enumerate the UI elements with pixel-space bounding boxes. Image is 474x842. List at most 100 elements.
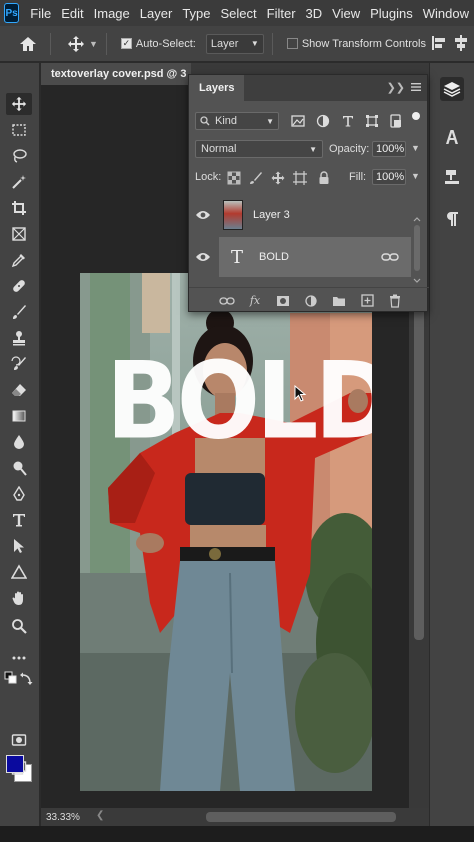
filter-kind-dropdown[interactable]: Kind ▼ [195, 112, 279, 130]
more-tools-button[interactable] [8, 647, 30, 669]
layer-row-layer-3[interactable]: Layer 3 [219, 195, 411, 235]
type-layer-filter-icon[interactable] [341, 114, 355, 128]
auto-select-target-dropdown[interactable]: Layer ▼ [205, 33, 264, 54]
lock-all-icon[interactable] [317, 171, 331, 185]
vertical-scroll-thumb[interactable] [414, 290, 424, 640]
blur-tool[interactable] [8, 431, 30, 453]
eraser-icon [12, 384, 26, 396]
frame-tool[interactable] [8, 223, 30, 245]
canvas-image[interactable]: BOLD [80, 273, 372, 791]
menu-file[interactable]: File [25, 6, 56, 21]
chevron-down-icon: ▼ [266, 116, 274, 126]
menu-image[interactable]: Image [89, 6, 135, 21]
eraser-tool[interactable] [8, 379, 30, 401]
text-layer-icon: T [230, 246, 243, 268]
new-adjustment-layer-button[interactable] [303, 293, 319, 309]
layer-row-bold[interactable]: T BOLD [219, 237, 411, 277]
visibility-eye-icon[interactable] [195, 209, 211, 221]
brush-tool[interactable] [8, 301, 30, 323]
photoshop-logo[interactable]: Ps [4, 3, 20, 23]
fill-input[interactable]: 100% [372, 169, 406, 185]
status-bar: 33.33% ❮ [41, 808, 429, 826]
clone-stamp-tool[interactable] [8, 327, 30, 349]
new-group-button[interactable] [331, 293, 347, 309]
scroll-left-arrow-icon[interactable]: ❮ [96, 810, 104, 821]
eyedropper-tool[interactable] [8, 249, 30, 271]
zoom-level[interactable]: 33.33% [46, 812, 80, 823]
home-button[interactable] [14, 30, 42, 58]
menu-plugins[interactable]: Plugins [365, 6, 418, 21]
pixel-layer-filter-icon[interactable] [291, 114, 305, 128]
menu-filter[interactable]: Filter [262, 6, 301, 21]
eyedropper-icon [11, 254, 25, 268]
blend-mode-dropdown[interactable]: Normal ▼ [195, 140, 323, 158]
zoom-tool[interactable] [8, 615, 30, 637]
delete-layer-button[interactable] [387, 293, 403, 309]
lock-position-icon[interactable] [271, 171, 285, 185]
marquee-tool[interactable] [8, 119, 30, 141]
marquee-icon [12, 124, 26, 136]
layers-panel-button[interactable] [440, 77, 464, 101]
menu-layer[interactable]: Layer [135, 6, 178, 21]
horizontal-scroll-thumb[interactable] [206, 812, 396, 822]
foreground-color-swatch[interactable] [6, 755, 24, 773]
move-tool[interactable] [6, 93, 32, 115]
bold-text-overlay[interactable]: BOLD [106, 349, 372, 455]
chevron-down-icon[interactable]: ▼ [89, 39, 98, 49]
glyphs-panel-button[interactable] [440, 165, 464, 189]
layers-tab[interactable]: Layers [189, 75, 245, 101]
hand-tool[interactable] [8, 587, 30, 609]
layer-style-button[interactable]: fx [247, 293, 263, 309]
fill-dropdown-chevron-icon[interactable]: ▼ [411, 171, 420, 181]
link-icon[interactable] [381, 251, 399, 263]
history-brush-tool[interactable] [8, 353, 30, 375]
crop-tool[interactable] [8, 197, 30, 219]
menu-type[interactable]: Type [177, 6, 215, 21]
menu-select[interactable]: Select [216, 6, 262, 21]
character-panel-button[interactable] [440, 125, 464, 149]
collapse-panel-icon[interactable]: ❯❯ [387, 81, 405, 94]
show-transform-checkbox[interactable] [286, 38, 298, 49]
align-center-button[interactable] [452, 34, 470, 52]
add-mask-button[interactable] [275, 293, 291, 309]
smart-object-filter-icon[interactable] [389, 114, 403, 128]
visibility-eye-icon[interactable] [195, 251, 211, 263]
opacity-dropdown-chevron-icon[interactable]: ▼ [411, 143, 420, 153]
gradient-tool[interactable] [8, 405, 30, 427]
move-tool-preset-button[interactable] [65, 33, 87, 55]
type-tool[interactable] [8, 509, 30, 531]
move-icon [11, 96, 27, 112]
path-selection-tool[interactable] [8, 535, 30, 557]
document-tab[interactable]: textoverlay cover.psd @ 3 [41, 63, 191, 85]
new-layer-button[interactable] [359, 293, 375, 309]
adjustment-layer-filter-icon[interactable] [316, 114, 330, 128]
menu-edit[interactable]: Edit [56, 6, 88, 21]
menu-view[interactable]: View [327, 6, 365, 21]
lock-transparent-pixels-icon[interactable] [227, 171, 241, 185]
link-layers-button[interactable] [219, 293, 235, 309]
character-icon [446, 130, 458, 144]
lock-artboard-icon[interactable] [293, 171, 307, 185]
layers-scrollbar[interactable] [411, 217, 423, 285]
paragraph-panel-button[interactable] [440, 207, 464, 231]
quick-mask-button[interactable] [8, 729, 30, 751]
filter-toggle-icon[interactable] [411, 111, 421, 121]
healing-brush-tool[interactable] [8, 275, 30, 297]
panel-menu-icon[interactable] [411, 82, 421, 92]
lasso-tool[interactable] [8, 145, 30, 167]
dodge-tool[interactable] [8, 457, 30, 479]
shape-layer-filter-icon[interactable] [365, 114, 379, 128]
lock-image-pixels-icon[interactable] [249, 171, 263, 185]
shape-tool[interactable] [8, 561, 30, 583]
align-center-icon [455, 35, 467, 51]
align-left-button[interactable] [430, 34, 448, 52]
menu-3d[interactable]: 3D [301, 6, 328, 21]
menu-window[interactable]: Window [418, 6, 474, 21]
opacity-input[interactable]: 100% [372, 141, 406, 157]
magic-wand-tool[interactable] [8, 171, 30, 193]
auto-select-checkbox[interactable]: ✓ [120, 38, 132, 49]
pen-tool[interactable] [8, 483, 30, 505]
ellipsis-icon [12, 656, 26, 660]
default-colors-button[interactable] [4, 671, 18, 685]
swap-colors-button[interactable] [20, 671, 34, 685]
